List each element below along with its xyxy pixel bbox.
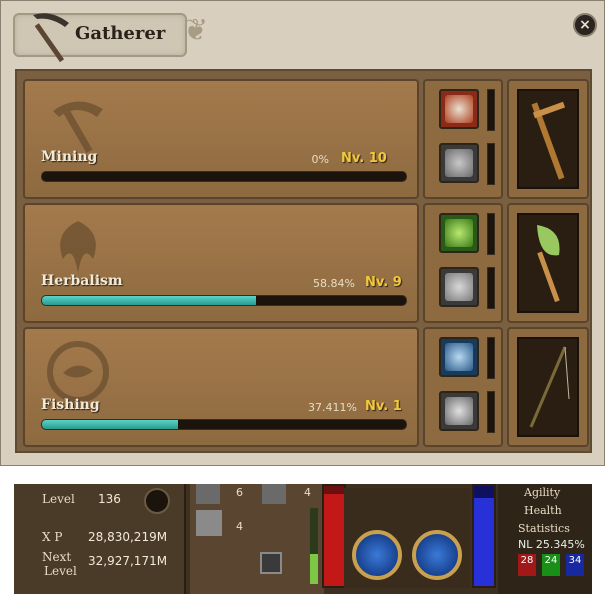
skill-slot-icon[interactable] — [196, 484, 220, 504]
menu-agility[interactable]: Agility — [524, 486, 560, 499]
nl-label: NL 25.345% — [518, 538, 585, 551]
count-a: 6 — [236, 486, 243, 499]
skill-orb-left[interactable] — [352, 530, 402, 580]
slot-column — [423, 327, 503, 447]
orb-panel — [344, 488, 470, 588]
tool-slot[interactable] — [517, 89, 579, 189]
menu-statistics[interactable]: Statistics — [518, 522, 570, 535]
count-b: 4 — [304, 486, 311, 499]
mana-bar — [472, 484, 496, 588]
skill-percent: 0% — [311, 153, 329, 166]
tool-column — [507, 203, 589, 323]
skill-progress-bar — [41, 295, 407, 306]
slot-column — [423, 203, 503, 323]
bandage-icon — [445, 273, 473, 301]
tool-slot[interactable] — [517, 337, 579, 437]
skill-orb-right[interactable] — [412, 530, 462, 580]
skill-progress-bar — [41, 419, 407, 430]
skill-slot-icon[interactable] — [262, 484, 286, 504]
skill-level: Nv. 1 — [365, 399, 402, 414]
equip-slot[interactable] — [439, 267, 479, 307]
anvil-icon — [445, 149, 473, 177]
slot-bar — [487, 267, 495, 309]
level-orb-button[interactable] — [144, 488, 170, 514]
mining-tool-icon — [531, 101, 566, 180]
close-button[interactable]: × — [573, 13, 597, 37]
slot-bar — [487, 337, 495, 379]
progress-fill — [42, 296, 257, 305]
next-label: Next — [42, 550, 72, 564]
menu-health[interactable]: Health — [524, 504, 562, 517]
menu-panel: Agility Health Statistics NL 25.345% 28 … — [498, 484, 592, 594]
skill-level: Nv. 10 — [341, 151, 387, 166]
equip-slot[interactable] — [439, 391, 479, 431]
title-ornament: ❦ — [183, 13, 209, 48]
skill-progress-bar — [41, 171, 407, 182]
skill-card: Herbalism 58.84% Nv. 9 — [23, 203, 419, 323]
cooking-pot-icon — [445, 397, 473, 425]
xp-value: 28,830,219M — [88, 530, 168, 544]
skill-row-mining: Mining 0% Nv. 10 — [23, 79, 589, 201]
skill-percent: 58.84% — [313, 277, 355, 290]
character-info: Level 136 X P 28,830,219M Next 32,927,17… — [14, 484, 186, 594]
gatherer-window: Gatherer ❦ × Mining 0% Nv. 10 Herbalism … — [0, 0, 605, 466]
level-label: Level — [42, 492, 75, 506]
herb-tool-icon — [537, 225, 560, 303]
slot-bar — [487, 89, 495, 131]
game-hud: Level 136 X P 28,830,219M Next 32,927,17… — [14, 484, 592, 594]
equip-slot[interactable] — [439, 213, 479, 253]
skill-slot-icon[interactable] — [196, 510, 222, 536]
skill-name: Fishing — [41, 397, 100, 413]
slot-column — [423, 79, 503, 199]
skill-card: Fishing 37.411% Nv. 1 — [23, 327, 419, 447]
pickaxe-icon — [33, 13, 69, 63]
skill-slots: 6 4 4 — [190, 484, 324, 594]
skill-name: Mining — [41, 149, 98, 165]
potion-green[interactable]: 24 — [542, 554, 560, 576]
skill-percent: 37.411% — [308, 401, 357, 414]
next-label-2: Level — [44, 564, 77, 578]
tool-slot[interactable] — [517, 213, 579, 313]
slot-bar — [487, 391, 495, 433]
xp-label: X P — [42, 530, 63, 544]
progress-fill — [42, 420, 179, 429]
equip-slot[interactable] — [439, 89, 479, 129]
tool-column — [507, 327, 589, 447]
level-value: 136 — [98, 492, 121, 506]
skill-card: Mining 0% Nv. 10 — [23, 79, 419, 199]
slot-bar — [487, 143, 495, 185]
skill-slot-icon[interactable] — [260, 552, 282, 574]
potion-blue[interactable]: 34 — [566, 554, 584, 576]
slot-bar — [487, 213, 495, 255]
health-bar — [322, 484, 346, 588]
equip-slot[interactable] — [439, 337, 479, 377]
skill-name: Herbalism — [41, 273, 123, 289]
skills-container: Mining 0% Nv. 10 Herbalism 58.84% Nv. 9 … — [15, 69, 592, 453]
tool-column — [507, 79, 589, 199]
potion-red[interactable]: 28 — [518, 554, 536, 576]
equip-slot[interactable] — [439, 143, 479, 183]
skill-level: Nv. 9 — [365, 275, 402, 290]
skill-row-fishing: Fishing 37.411% Nv. 1 — [23, 327, 589, 449]
count-c: 4 — [236, 520, 243, 533]
fish-bait-icon — [445, 343, 473, 371]
next-value: 32,927,171M — [88, 554, 168, 568]
fishing-rod-icon — [529, 346, 570, 428]
skill-row-herbalism: Herbalism 58.84% Nv. 9 — [23, 203, 589, 325]
stamina-bar — [310, 508, 318, 584]
ore-icon — [445, 95, 473, 123]
window-title: Gatherer — [75, 23, 166, 44]
leaf-icon — [445, 219, 473, 247]
